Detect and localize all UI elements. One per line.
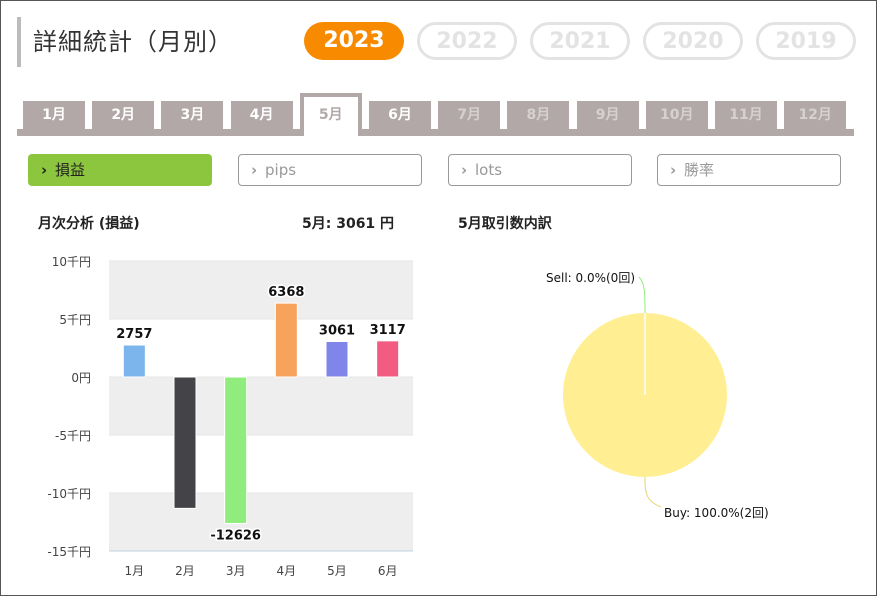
metric-button-label: lots	[475, 161, 503, 179]
stats-panel: 詳細統計（月別） 2023 2022 2021 2020 2019 1月 2月 3月 4月 5月…	[0, 0, 877, 596]
month-tab-8: 8月	[507, 101, 570, 129]
year-pill-2021[interactable]: 2021	[530, 22, 630, 60]
chevron-right-icon: ›	[41, 161, 48, 179]
year-pill-2022[interactable]: 2022	[417, 22, 517, 60]
bar-2	[173, 376, 197, 509]
bar-3	[224, 376, 248, 524]
month-tab-7: 7月	[438, 101, 501, 129]
metric-button-label: 損益	[55, 161, 86, 179]
year-pill-2023[interactable]: 2023	[304, 22, 404, 60]
chevron-right-icon: ›	[251, 161, 258, 179]
y-tick-label: -10千円	[47, 487, 91, 501]
page-title: 詳細統計（月別）	[33, 28, 233, 56]
bar-data-label: 6368	[268, 285, 304, 300]
metric-button-label: 勝率	[684, 161, 715, 179]
bar-5	[325, 340, 349, 378]
monthly-bar-chart: 10千円 5千円 0円 -5千円 -10千円 -15千円 2757 1月 2月 -12626 3月 6…	[47, 255, 413, 578]
bar-data-label: 3061	[319, 323, 355, 338]
breakdown-chart-heading: 5月取引数内訳	[458, 216, 552, 232]
chevron-right-icon: ›	[461, 161, 468, 179]
x-tick-label: 5月	[327, 564, 347, 578]
year-pill-2020[interactable]: 2020	[643, 22, 743, 60]
month-tab-10: 10月	[645, 101, 708, 129]
month-tab-9: 9月	[576, 101, 639, 129]
y-tick-label: 0円	[71, 371, 91, 385]
bar-data-label: 2757	[116, 327, 152, 342]
monthly-chart-heading: 月次分析 (損益)	[38, 216, 140, 232]
bar-6	[376, 340, 400, 378]
metric-button-win-rate[interactable]: › 勝率	[657, 154, 841, 186]
month-tab-2[interactable]: 2月	[92, 101, 155, 129]
pie-label-sell: Sell: 0.0%(0回)	[546, 271, 635, 285]
month-tab-3[interactable]: 3月	[161, 101, 224, 129]
trade-breakdown-pie-chart: Sell: 0.0%(0回) Buy: 100.0%(2回)	[546, 271, 769, 520]
grid-band	[109, 377, 413, 435]
y-tick-label: 5千円	[59, 313, 91, 327]
month-tab-5[interactable]: 5月	[299, 93, 362, 136]
x-tick-label: 6月	[378, 564, 398, 578]
month-tab-1[interactable]: 1月	[23, 101, 85, 129]
month-tab-12: 12月	[784, 101, 847, 129]
metric-button-label: pips	[265, 161, 297, 179]
x-tick-label: 2月	[175, 564, 195, 578]
bar-1	[122, 344, 146, 378]
month-tab-11: 11月	[715, 101, 777, 129]
x-tick-label: 1月	[125, 564, 145, 578]
y-tick-label: 10千円	[52, 255, 91, 269]
bar-data-label: -12626	[210, 528, 261, 543]
month-tab-6[interactable]: 6月	[369, 101, 431, 129]
sell-label-connector	[638, 276, 646, 314]
month-tab-4[interactable]: 4月	[230, 101, 293, 129]
metric-button-pips[interactable]: › pips	[238, 154, 422, 186]
bar-4	[274, 302, 298, 378]
metric-button-lots[interactable]: › lots	[448, 154, 632, 186]
month-tab-bar: 1月 2月 3月 4月 5月 6月 7月 8月 9月 10月 11月 12月	[17, 91, 854, 136]
year-pill-2019[interactable]: 2019	[756, 22, 856, 60]
buy-label-connector	[644, 476, 662, 508]
metric-button-profit[interactable]: › 損益	[28, 154, 212, 186]
y-tick-label: -15千円	[47, 545, 91, 559]
page-header: 詳細統計（月別）	[17, 17, 233, 67]
grid-band	[109, 261, 413, 319]
y-tick-label: -5千円	[55, 429, 91, 443]
grid-band	[109, 493, 413, 551]
chevron-right-icon: ›	[670, 161, 677, 179]
pie-label-buy: Buy: 100.0%(2回)	[664, 506, 769, 520]
x-tick-label: 4月	[277, 564, 297, 578]
x-tick-label: 3月	[226, 564, 246, 578]
monthly-summary: 5月: 3061 円	[302, 216, 395, 232]
bar-data-label: 3117	[370, 323, 406, 338]
